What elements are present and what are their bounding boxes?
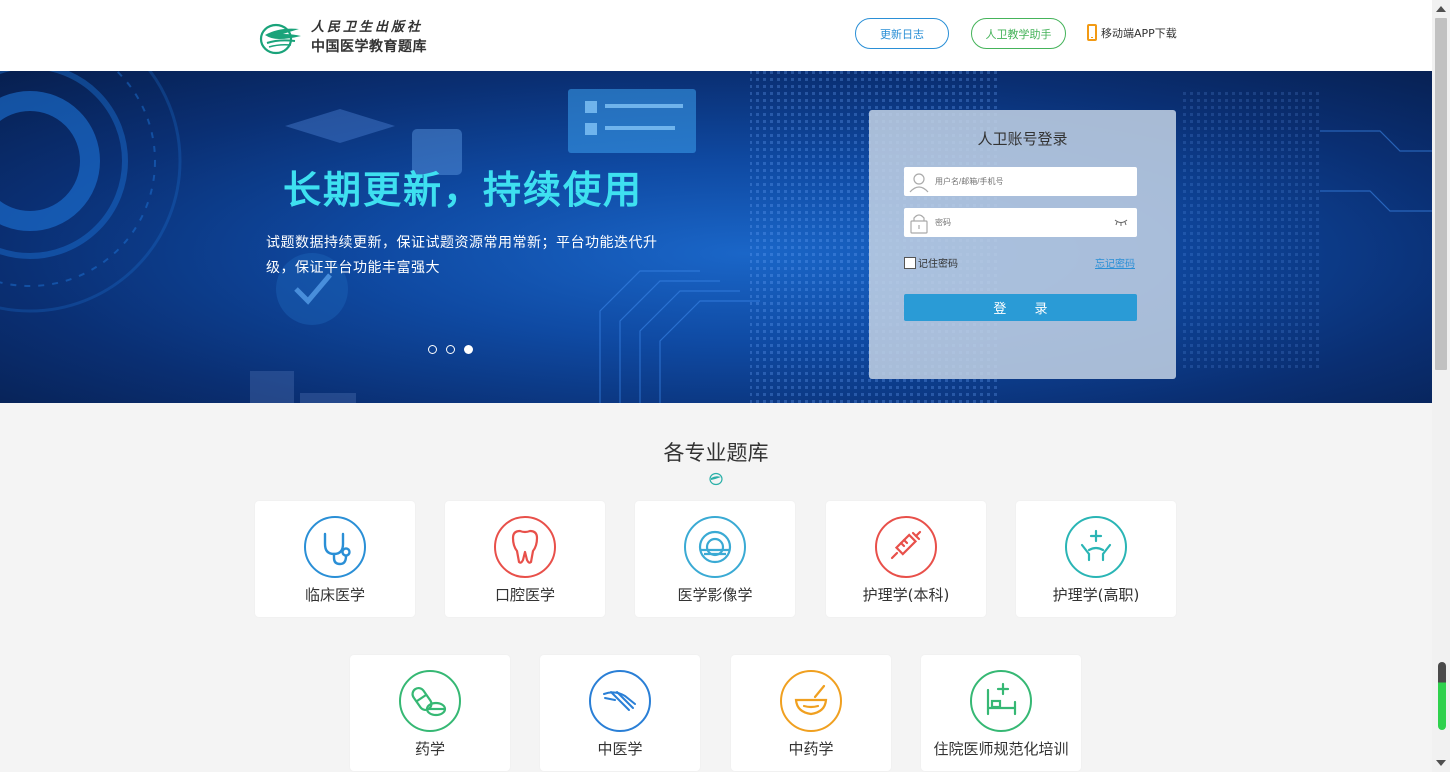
floating-side-widget[interactable]: [1438, 662, 1446, 730]
login-title: 人卫账号登录: [977, 130, 1068, 148]
category-tcm[interactable]: 中医学: [540, 655, 700, 771]
forgot-password-link[interactable]: 忘记密码: [1095, 255, 1135, 270]
remember-password[interactable]: 记住密码: [904, 255, 958, 270]
banner-title: 长期更新，持续使用: [283, 168, 644, 212]
scrollbar-thumb[interactable]: [1435, 18, 1447, 370]
pulse-hand-icon: [589, 670, 651, 732]
category-chinese-pharmacy[interactable]: 中药学: [731, 655, 891, 771]
category-label: 护理学(高职): [1052, 586, 1140, 604]
login-button[interactable]: 登 录: [904, 294, 1137, 321]
app-download-link[interactable]: 移动端APP下载: [1087, 24, 1177, 41]
site-logo[interactable]: 人民卫生出版社 中国医学教育题库: [259, 16, 427, 56]
banner-background-art: [0, 71, 1432, 403]
category-label: 中药学: [788, 740, 834, 758]
category-medical-imaging[interactable]: 医学影像学: [635, 501, 795, 617]
eye-closed-icon[interactable]: [1114, 217, 1128, 227]
teaching-assistant-button[interactable]: 人卫教学助手: [971, 18, 1066, 49]
site-name: 中国医学教育题库: [311, 39, 427, 55]
mobile-phone-icon: [1087, 24, 1097, 41]
section-divider-ornament: [582, 472, 850, 486]
page-scrollbar[interactable]: [1432, 0, 1450, 772]
category-nursing-bachelor[interactable]: 护理学(本科): [826, 501, 986, 617]
category-label: 药学: [414, 740, 445, 758]
login-panel: 人卫账号登录 记住密码 忘记密码: [869, 110, 1176, 379]
hospital-bed-icon: [970, 670, 1032, 732]
pills-icon: [399, 670, 461, 732]
section-title: 各专业题库: [663, 441, 769, 465]
hero-banner: 长期更新，持续使用 试题数据持续更新，保证试题资源常用常新；平台功能迭代升级，保…: [0, 71, 1432, 403]
carousel-dot-2[interactable]: [446, 345, 455, 354]
user-icon: [909, 172, 929, 192]
username-field[interactable]: [904, 167, 1137, 196]
category-label: 中医学: [597, 740, 643, 758]
syringe-icon: [875, 516, 937, 578]
carousel-dot-3[interactable]: [464, 345, 473, 354]
password-input[interactable]: [935, 218, 1105, 227]
update-log-button[interactable]: 更新日志: [855, 18, 949, 49]
remember-label: 记住密码: [918, 259, 958, 270]
category-label: 口腔医学: [494, 586, 555, 604]
banner-description: 试题数据持续更新，保证试题资源常用常新；平台功能迭代升级，保证平台功能丰富强大: [266, 235, 658, 276]
publisher-name: 人民卫生出版社: [311, 20, 424, 35]
logo-emblem-icon: [259, 23, 301, 55]
category-label: 护理学(本科): [862, 586, 950, 604]
scroll-down-arrow-icon[interactable]: [1436, 760, 1446, 766]
tooth-icon: [494, 516, 556, 578]
carousel-indicators: [428, 345, 473, 354]
category-label: 临床医学: [304, 586, 365, 604]
category-pharmacy[interactable]: 药学: [350, 655, 510, 771]
category-clinical-medicine[interactable]: 临床医学: [255, 501, 415, 617]
scroll-up-arrow-icon[interactable]: [1436, 6, 1446, 12]
category-label: 住院医师规范化培训: [933, 740, 1069, 758]
password-field[interactable]: [904, 208, 1137, 237]
lock-icon: [910, 213, 928, 234]
care-hands-icon: [1065, 516, 1127, 578]
mortar-icon: [780, 670, 842, 732]
category-stomatology[interactable]: 口腔医学: [445, 501, 605, 617]
category-residency-training[interactable]: 住院医师规范化培训: [921, 655, 1081, 771]
category-nursing-vocational[interactable]: 护理学(高职): [1016, 501, 1176, 617]
app-download-label: 移动端APP下载: [1101, 26, 1177, 40]
ct-scanner-icon: [684, 516, 746, 578]
site-header: 人民卫生出版社 中国医学教育题库 更新日志 人卫教学助手 移动端APP下载: [0, 0, 1432, 71]
category-label: 医学影像学: [677, 586, 753, 604]
username-input[interactable]: [935, 177, 1105, 186]
stethoscope-icon: [304, 516, 366, 578]
remember-checkbox[interactable]: [904, 256, 916, 269]
carousel-dot-1[interactable]: [428, 345, 437, 354]
